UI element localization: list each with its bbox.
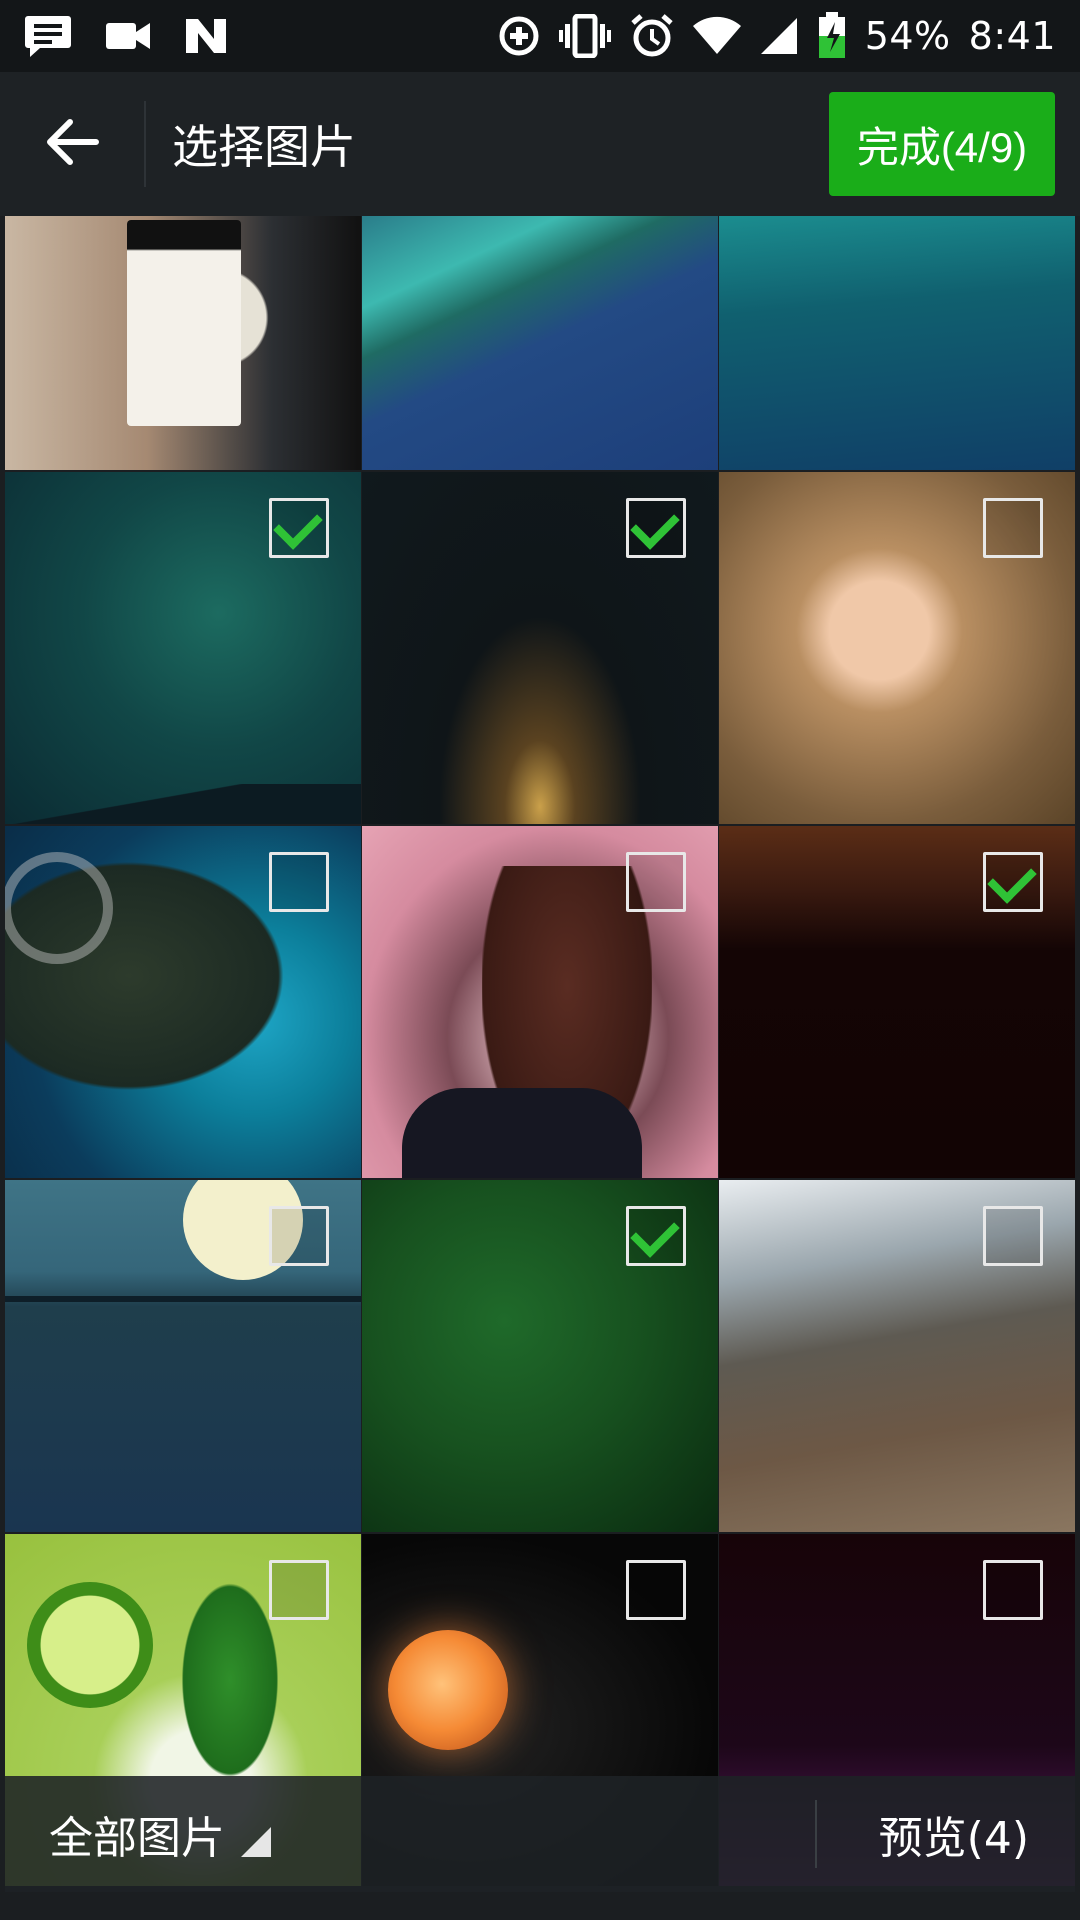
grid-item[interactable]: [5, 472, 361, 824]
page-title: 选择图片: [172, 120, 356, 174]
preview-button[interactable]: 预览(4): [879, 1776, 1029, 1892]
grid-item[interactable]: [719, 826, 1075, 1178]
grid-item[interactable]: [719, 472, 1075, 824]
select-checkbox[interactable]: [269, 1206, 329, 1266]
bottom-bar-divider: [815, 1800, 817, 1868]
grid-item[interactable]: [719, 1180, 1075, 1532]
grid-item[interactable]: [362, 826, 718, 1178]
wifi-icon: [692, 16, 741, 56]
done-button[interactable]: 完成(4/9): [829, 92, 1055, 196]
select-checkbox[interactable]: [983, 1206, 1043, 1266]
photo-thumbnail: [5, 216, 361, 470]
grid-item[interactable]: [362, 216, 718, 470]
battery-percent: 54%: [864, 14, 951, 58]
grid-item[interactable]: [362, 1180, 718, 1532]
grid-item[interactable]: [5, 216, 361, 470]
select-checkbox[interactable]: [626, 852, 686, 912]
select-checkbox[interactable]: [269, 498, 329, 558]
vibrate-icon: [558, 14, 611, 58]
select-checkbox[interactable]: [983, 1560, 1043, 1620]
grid-item[interactable]: [362, 472, 718, 824]
album-label: 全部图片: [49, 1813, 225, 1864]
dropdown-triangle-icon: [241, 1827, 271, 1857]
battery-charging-icon: [817, 12, 847, 60]
back-button[interactable]: [0, 72, 144, 216]
bottom-bar: 全部图片 预览(4): [5, 1776, 1075, 1892]
grid-item[interactable]: [5, 826, 361, 1178]
select-checkbox[interactable]: [269, 1560, 329, 1620]
photo-thumbnail: [362, 216, 718, 470]
select-checkbox[interactable]: [983, 498, 1043, 558]
grid-item[interactable]: [5, 1180, 361, 1532]
select-checkbox[interactable]: [626, 1560, 686, 1620]
select-checkbox[interactable]: [983, 852, 1043, 912]
image-grid: [5, 216, 1075, 1920]
grid-item[interactable]: [719, 216, 1075, 470]
video-camera-icon: [106, 21, 150, 51]
bottom-edge: [0, 1892, 1080, 1920]
select-checkbox[interactable]: [626, 498, 686, 558]
alarm-icon: [629, 13, 675, 59]
photo-thumbnail: [719, 216, 1075, 470]
select-checkbox[interactable]: [269, 852, 329, 912]
n-logo-icon: [184, 17, 228, 55]
data-saver-icon: [497, 14, 541, 58]
select-checkbox[interactable]: [626, 1206, 686, 1266]
clock-time: 8:41: [968, 14, 1056, 58]
album-selector[interactable]: 全部图片: [5, 1776, 271, 1892]
status-bar: 54% 8:41: [0, 0, 1080, 72]
toolbar: 选择图片 完成(4/9): [0, 72, 1080, 216]
back-arrow-icon: [44, 118, 100, 170]
message-icon: [24, 14, 72, 58]
toolbar-divider: [144, 101, 146, 187]
cell-signal-icon: [759, 16, 799, 56]
